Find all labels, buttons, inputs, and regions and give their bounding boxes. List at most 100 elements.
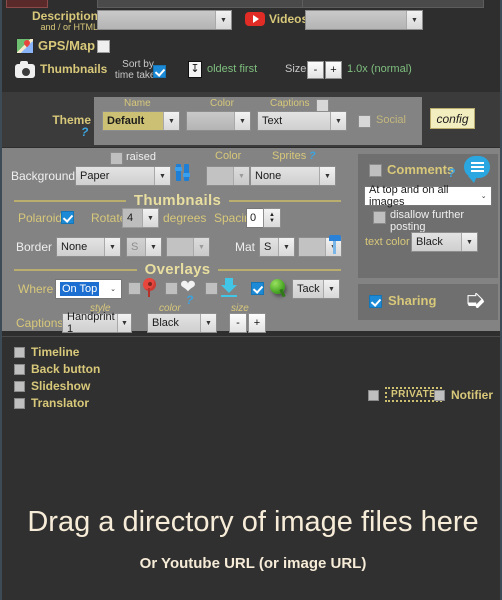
sharing-checkbox[interactable] [369,295,382,308]
sort-down-icon[interactable]: ↧ [188,61,202,78]
caption-color-value: Black [152,317,179,329]
chevron-down-icon[interactable]: ▼ [323,280,339,298]
share-arrow-icon[interactable]: ➭ [464,286,486,312]
spacing-input[interactable]: 0 [246,208,264,228]
sprites-value: None [255,170,282,182]
polaroid-checkbox[interactable] [61,211,74,224]
chevron-down-icon[interactable]: ▼ [200,314,216,332]
sharing-panel: Sharing ➭ [358,284,498,320]
chevron-down-icon[interactable]: ▼ [234,112,250,130]
background-color-swatch[interactable]: ▼ [206,166,250,186]
comment-bubble-icon[interactable] [464,156,490,183]
tack-select[interactable]: Tack ▼ [292,279,340,299]
chevron-down-icon[interactable]: ▼ [145,238,161,256]
theme-color-label: Color [210,98,234,109]
option-checkbox-slideshow[interactable] [14,381,25,392]
chevron-down-icon[interactable]: ▼ [104,238,120,256]
gps-checkbox[interactable] [97,40,110,53]
caption-size-decrease-button[interactable]: - [229,313,247,333]
social-checkbox[interactable] [358,115,371,128]
overlay-download-checkbox[interactable] [205,282,218,295]
chevron-down-icon[interactable]: ▼ [330,112,346,130]
overlay-pin-checkbox[interactable] [128,282,141,295]
border-size-value: S [131,241,139,253]
background-color-label: Color [215,150,242,162]
caption-size-increase-button[interactable]: + [248,313,266,333]
sort-order-label: oldest first [207,63,258,75]
theme-help-icon[interactable]: ? [81,125,88,139]
chevron-down-icon[interactable]: ▼ [461,233,477,251]
option-label: Timeline [31,345,80,359]
notifier-label: Notifier [451,388,493,402]
border-size-select[interactable]: S ▼ [126,237,162,257]
spacing-value: 0 [250,212,257,224]
background-select[interactable]: Paper ▼ [75,166,171,186]
comments-label: Comments [387,162,455,177]
option-checkbox-timeline[interactable] [14,347,25,358]
map-pin-icon[interactable] [143,278,156,297]
mat-size-select[interactable]: S ▼ [259,237,295,257]
theme-name-select[interactable]: Default ▼ [102,111,180,131]
size-decrease-button[interactable]: - [307,61,324,79]
partial-top-field-3[interactable] [302,0,484,8]
chevron-down-icon[interactable]: ▼ [142,209,158,227]
disallow-posting-checkbox[interactable] [373,211,386,224]
theme-captions-label: Captions [270,98,310,109]
option-checkbox-translator[interactable] [14,398,25,409]
theme-captions-value: Text [262,115,283,127]
spacing-stepper[interactable]: ▲ ▼ [263,208,281,228]
partial-top-red-field[interactable] [6,0,48,8]
theme-captions-select[interactable]: Text ▼ [257,111,347,131]
chevron-down-icon[interactable]: ▼ [233,167,249,185]
chevron-down-icon[interactable]: ▼ [406,11,422,29]
mat-size-value: S [264,241,272,253]
sprites-help-icon[interactable]: ? [309,150,316,162]
blue-pin-icon[interactable] [329,235,341,255]
background-label: Background [11,169,76,183]
where-select[interactable]: On Top ⌄ [55,279,122,299]
chevron-down-icon[interactable]: ⌄ [105,280,121,298]
divider-line-right [229,199,342,202]
size-increase-button[interactable]: + [325,61,342,79]
sort-by-time-checkbox[interactable] [153,65,166,78]
sliders-icon[interactable] [175,164,190,181]
dropzone[interactable]: Drag a directory of image files here Or … [2,414,500,600]
overlay-tack-checkbox[interactable] [251,282,264,295]
description-sublabel: and / or HTML [40,22,98,32]
chevron-down-icon[interactable]: ▼ [319,167,335,185]
videos-input[interactable]: ▼ [305,10,423,30]
comments-position-select[interactable]: At top and on all images ⌄ [364,184,492,208]
description-input[interactable]: ▼ [97,10,232,30]
divider-line-left [14,268,137,271]
border-select[interactable]: None ▼ [56,237,121,257]
config-button[interactable]: config [430,108,475,129]
theme-color-select[interactable]: ▼ [186,111,251,131]
overlay-heart-checkbox[interactable] [165,282,178,295]
notifier-checkbox[interactable] [434,390,445,401]
border-value: None [61,241,88,253]
text-color-select[interactable]: Black ▼ [411,232,478,252]
sprites-select[interactable]: None ▼ [250,166,336,186]
chevron-down-icon[interactable]: ▼ [193,238,209,256]
private-checkbox[interactable] [368,390,379,401]
chevron-down-icon[interactable]: ▼ [278,238,294,256]
chevron-down-icon[interactable]: ▼ [116,314,131,332]
chevron-down-icon[interactable]: ▼ [154,167,170,185]
rotate-select[interactable]: 4 ▼ [122,208,159,228]
caption-style-select[interactable]: Handprint 1 ▼ [62,311,132,335]
app-window: Description and / or HTML ▼ Videos ▼ GPS… [0,0,502,600]
caption-color-select[interactable]: Black ▼ [147,313,217,333]
partial-top-field-1[interactable] [97,0,329,8]
chevron-down-icon[interactable]: ⌄ [476,187,491,205]
comments-checkbox[interactable] [369,164,382,177]
comments-help-icon[interactable]: ? [448,166,455,180]
chevron-down-icon[interactable]: ▼ [215,11,231,29]
green-push-pin-icon[interactable] [268,277,289,298]
raised-checkbox[interactable] [110,152,123,165]
border-color-swatch[interactable]: ▼ [166,237,210,257]
option-checkbox-back-button[interactable] [14,364,25,375]
rotate-value: 4 [127,212,134,224]
chevron-down-icon[interactable]: ▼ [163,112,179,130]
overlays-help-icon[interactable]: ? [186,293,193,307]
download-arrow-icon[interactable] [220,278,238,297]
